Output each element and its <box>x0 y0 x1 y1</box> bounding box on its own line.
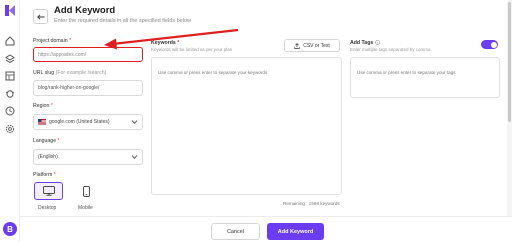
platform-desktop-option[interactable] <box>34 182 63 200</box>
tags-label: Add Tags <box>350 40 380 46</box>
avatar[interactable]: B <box>3 222 17 236</box>
url-slug-input[interactable]: blog/rank-higher-on-google/ <box>33 80 143 96</box>
sidebar: B <box>0 0 20 242</box>
region-label: Region * <box>33 103 53 109</box>
logo-icon[interactable] <box>5 5 15 16</box>
language-label: Language * <box>33 138 60 144</box>
upload-icon <box>294 42 300 49</box>
mobile-icon <box>83 185 90 197</box>
us-flag-icon <box>38 119 46 125</box>
home-icon[interactable] <box>5 36 15 46</box>
page-title: Add Keyword <box>54 5 116 16</box>
region-value: google.com (United States) <box>49 119 110 125</box>
project-domain-label: Project domain * <box>33 38 72 44</box>
scrollbar-thumb[interactable] <box>508 2 511 122</box>
settings-icon[interactable] <box>5 124 15 134</box>
desktop-icon <box>42 186 55 196</box>
back-button[interactable] <box>33 9 48 24</box>
tags-placeholder: Use comma or press enter to separate you… <box>357 70 456 75</box>
toggle-knob <box>490 41 497 48</box>
keywords-placeholder: Use comma or press enter to separate you… <box>158 70 268 75</box>
bug-icon[interactable] <box>5 88 15 98</box>
cancel-button[interactable]: Cancel <box>211 223 260 240</box>
tags-hint: Enter multiple tags separated by comma <box>350 47 431 52</box>
table-icon[interactable] <box>5 71 15 81</box>
keywords-label: Keywords * <box>151 40 180 46</box>
arrow-left-icon <box>36 13 44 20</box>
keywords-hint: Keywords will be limited as per your pla… <box>151 47 233 52</box>
project-domain-placeholder: https://apprades.com/ <box>38 51 87 58</box>
url-slug-label: URL slug (For example /search) <box>33 70 107 76</box>
scrollbar[interactable] <box>507 0 512 216</box>
platform-mobile-label: Mobile <box>78 205 93 211</box>
platform-desktop-label: Desktop <box>38 205 57 211</box>
add-keyword-button[interactable]: Add Keyword <box>267 223 324 240</box>
tags-textarea[interactable]: Use comma or press enter to separate you… <box>350 57 500 98</box>
url-slug-value: blog/rank-higher-on-google/ <box>38 85 100 91</box>
tags-toggle[interactable] <box>481 40 498 49</box>
keywords-textarea[interactable]: Use comma or press enter to separate you… <box>151 57 342 195</box>
csv-upload-label: CSV or Text <box>303 42 330 49</box>
language-select[interactable]: (English) <box>33 149 143 165</box>
info-icon[interactable] <box>374 40 380 45</box>
platform-label: Platform * <box>33 172 56 178</box>
footer-divider <box>20 216 512 217</box>
clock-icon[interactable] <box>5 106 15 116</box>
platform-mobile-option[interactable] <box>72 182 101 200</box>
project-domain-input[interactable]: https://apprades.com/ <box>33 47 143 62</box>
layers-icon[interactable] <box>5 54 15 64</box>
csv-upload-button[interactable]: CSV or Text <box>284 39 340 52</box>
keywords-remaining: Remaining : 1598 keywords <box>283 201 340 206</box>
region-select[interactable]: google.com (United States) <box>33 114 143 130</box>
page-subtitle: Enter the required details in all the sp… <box>54 18 191 24</box>
chevron-down-icon <box>131 155 138 159</box>
chevron-down-icon <box>131 120 138 124</box>
language-value: (English) <box>38 154 58 160</box>
